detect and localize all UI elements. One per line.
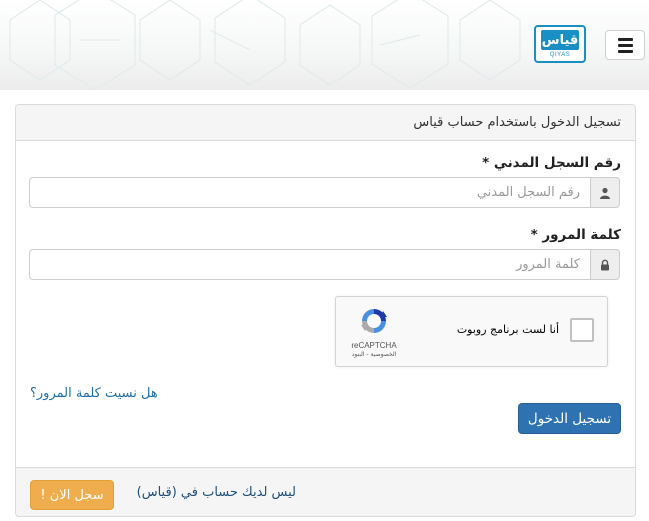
- national-id-input[interactable]: [29, 177, 590, 208]
- menu-toggle-button[interactable]: [605, 30, 645, 60]
- qiyas-logo[interactable]: قياس QIYAS: [534, 25, 586, 63]
- password-group: [29, 249, 620, 280]
- national-id-label: رقم السجل المدني *: [482, 155, 621, 171]
- forgot-password-link[interactable]: هل نسيت كلمة المرور؟: [30, 386, 158, 401]
- user-icon: [590, 177, 620, 208]
- recaptcha-icon: [361, 309, 387, 333]
- panel-heading: تسجيل الدخول باستخدام حساب قياس: [16, 105, 635, 141]
- recaptcha-checkbox[interactable]: [570, 318, 594, 342]
- national-id-group: [29, 177, 620, 208]
- header: قياس QIYAS: [0, 0, 649, 90]
- recaptcha-links[interactable]: الخصوصية - البنود: [344, 351, 404, 358]
- recaptcha-widget: أنا لست برنامج روبوت reCAPTCHA الخصوصية …: [335, 296, 608, 367]
- recaptcha-brand-name: reCAPTCHA: [351, 341, 397, 350]
- recaptcha-brand: reCAPTCHA الخصوصية - البنود: [344, 306, 404, 362]
- logo-mark: قياس: [541, 30, 579, 50]
- recaptcha-checkbox-label: أنا لست برنامج روبوت: [456, 323, 559, 336]
- panel-footer: ليس لديك حساب في (قياس) سجل الان !: [16, 467, 635, 516]
- hamburger-icon-bar: [617, 43, 633, 47]
- password-input[interactable]: [29, 249, 590, 280]
- hamburger-icon: [617, 37, 633, 41]
- hamburger-icon-bar: [617, 49, 633, 53]
- login-button[interactable]: تسجيل الدخول: [518, 403, 621, 434]
- panel-title: تسجيل الدخول باستخدام حساب قياس: [413, 115, 621, 130]
- password-label: كلمة المرور *: [530, 227, 621, 243]
- lock-icon: [590, 249, 620, 280]
- no-account-text: ليس لديك حساب في (قياس): [136, 485, 296, 500]
- register-button[interactable]: سجل الان !: [30, 480, 114, 510]
- logo-subtitle: QIYAS: [549, 52, 571, 58]
